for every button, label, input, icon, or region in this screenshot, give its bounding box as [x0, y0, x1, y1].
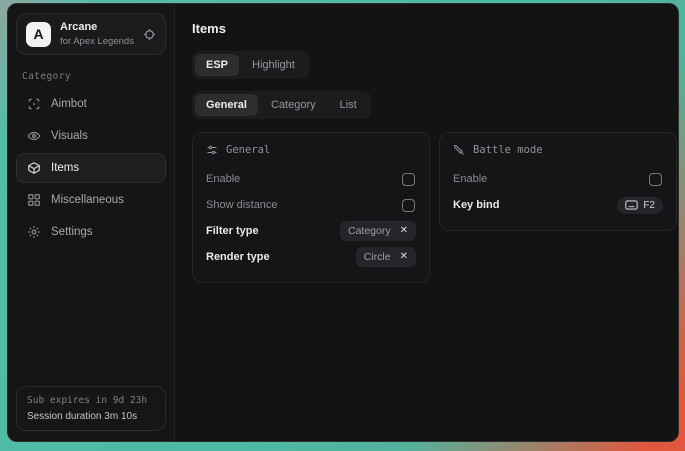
swords-icon	[453, 144, 465, 156]
panels-row: General Enable Show distance Filter type…	[192, 132, 677, 283]
main-content: Items ESP Highlight General Category Lis…	[175, 4, 679, 441]
crosshair-scan-icon	[27, 97, 41, 111]
general-panel: General Enable Show distance Filter type…	[192, 132, 430, 283]
session-duration-text: Session duration 3m 10s	[27, 411, 155, 422]
setting-row: Key bind F2	[453, 193, 663, 217]
battle-mode-panel-title: Battle mode	[473, 144, 543, 156]
sidebar-item-label: Visuals	[51, 130, 88, 142]
key-bind-value: F2	[643, 200, 655, 211]
filter-type-select[interactable]: Category ✕	[340, 221, 416, 241]
tab-category[interactable]: Category	[260, 94, 327, 116]
close-icon[interactable]: ✕	[400, 226, 408, 236]
sidebar-nav: Aimbot Visuals Items	[16, 89, 166, 247]
show-distance-label: Show distance	[206, 199, 278, 211]
brand-text: Arcane for Apex Legends	[60, 21, 134, 47]
filter-type-label: Filter type	[206, 225, 259, 237]
render-type-select[interactable]: Circle ✕	[356, 247, 416, 267]
sidebar: A Arcane for Apex Legends Category	[8, 4, 175, 441]
setting-row: Show distance	[206, 193, 416, 217]
enable-checkbox[interactable]	[402, 173, 415, 186]
brand-subtitle: for Apex Legends	[60, 36, 134, 47]
package-icon	[27, 161, 41, 175]
sidebar-item-aimbot[interactable]: Aimbot	[16, 89, 166, 119]
render-type-value: Circle	[364, 251, 391, 263]
enable-label: Enable	[206, 173, 240, 185]
setting-row: Enable	[453, 167, 663, 191]
sidebar-item-label: Miscellaneous	[51, 194, 124, 206]
general-panel-title: General	[226, 144, 270, 156]
key-bind-button[interactable]: F2	[617, 197, 663, 214]
mode-tabbar: ESP Highlight	[192, 51, 309, 79]
setting-row: Render type Circle ✕	[206, 245, 416, 269]
brand-logo: A	[26, 22, 51, 47]
battle-mode-panel-header: Battle mode	[453, 144, 663, 156]
sidebar-item-settings[interactable]: Settings	[16, 217, 166, 247]
tab-general[interactable]: General	[195, 94, 258, 116]
sidebar-item-label: Aimbot	[51, 98, 87, 110]
sidebar-item-label: Items	[51, 162, 79, 174]
tab-highlight[interactable]: Highlight	[241, 54, 306, 76]
battle-enable-label: Enable	[453, 173, 487, 185]
grid-icon	[27, 193, 41, 207]
gear-icon	[27, 225, 41, 239]
app-window: A Arcane for Apex Legends Category	[7, 3, 679, 442]
tab-esp[interactable]: ESP	[195, 54, 239, 76]
tab-list[interactable]: List	[329, 94, 368, 116]
keyboard-icon	[625, 200, 638, 210]
key-bind-label: Key bind	[453, 199, 499, 211]
sub-expiry-text: Sub expires in 9d 23h	[27, 395, 155, 406]
crosshair-status-icon[interactable]	[143, 28, 156, 41]
setting-row: Enable	[206, 167, 416, 191]
sidebar-item-miscellaneous[interactable]: Miscellaneous	[16, 185, 166, 215]
battle-mode-panel: Battle mode Enable Key bind	[439, 132, 677, 231]
sidebar-item-items[interactable]: Items	[16, 153, 166, 183]
sub-tabbar: General Category List	[192, 91, 371, 119]
subscription-info-card: Sub expires in 9d 23h Session duration 3…	[16, 386, 166, 431]
page-title: Items	[192, 21, 677, 36]
battle-enable-checkbox[interactable]	[649, 173, 662, 186]
brand-name: Arcane	[60, 21, 134, 34]
sliders-icon	[206, 144, 218, 156]
filter-type-value: Category	[348, 225, 391, 237]
general-panel-header: General	[206, 144, 416, 156]
setting-row: Filter type Category ✕	[206, 219, 416, 243]
sidebar-section-label: Category	[22, 71, 160, 82]
show-distance-checkbox[interactable]	[402, 199, 415, 212]
sidebar-item-label: Settings	[51, 226, 93, 238]
brand-card: A Arcane for Apex Legends	[16, 13, 166, 55]
sidebar-item-visuals[interactable]: Visuals	[16, 121, 166, 151]
eye-icon	[27, 129, 41, 143]
render-type-label: Render type	[206, 251, 270, 263]
close-icon[interactable]: ✕	[400, 252, 408, 262]
